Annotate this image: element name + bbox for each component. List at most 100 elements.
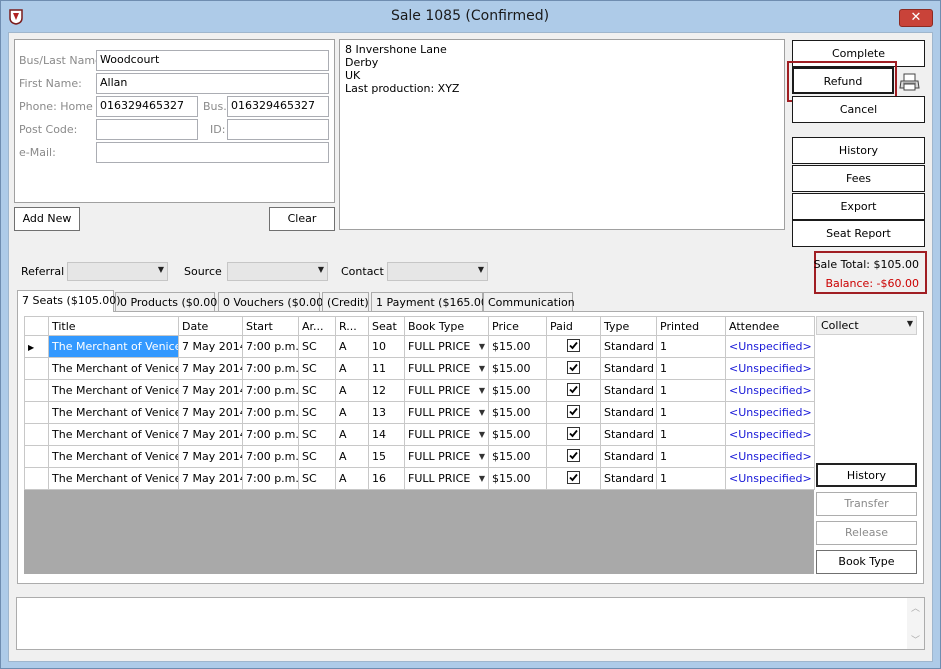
price-cell[interactable]: $15.00: [488, 379, 547, 402]
date-cell[interactable]: 7 May 2014: [178, 357, 243, 380]
phone-bus-field[interactable]: 016329465327: [227, 96, 329, 117]
checkbox-checked-icon[interactable]: [567, 360, 580, 374]
release-button[interactable]: Release: [816, 521, 917, 545]
tab-credit[interactable]: (Credit): [322, 292, 369, 311]
printed-cell[interactable]: 1: [656, 467, 726, 490]
title-cell[interactable]: The Merchant of Venice: [48, 357, 179, 380]
tab-products[interactable]: 0 Products ($0.00): [115, 292, 222, 311]
checkbox-checked-icon[interactable]: [567, 404, 580, 418]
title-cell[interactable]: The Merchant of Venice: [48, 445, 179, 468]
date-cell[interactable]: 7 May 2014: [178, 423, 243, 446]
row-cell[interactable]: A: [335, 467, 369, 490]
notes-scrollbar[interactable]: ︿ ﹀: [907, 598, 924, 649]
table-row[interactable]: The Merchant of Venice 7 May 2014 7:00 p.m…: [24, 357, 815, 380]
row-cell[interactable]: A: [335, 357, 369, 380]
seat-cell[interactable]: 12: [368, 379, 405, 402]
type-cell[interactable]: Standard: [600, 335, 657, 358]
checkbox-checked-icon[interactable]: [567, 338, 580, 352]
area-cell[interactable]: SC: [298, 423, 336, 446]
column-header[interactable]: Paid: [546, 316, 601, 336]
column-header[interactable]: Title: [48, 316, 179, 336]
row-selector[interactable]: [24, 467, 49, 490]
area-cell[interactable]: SC: [298, 445, 336, 468]
clear-button[interactable]: Clear: [269, 207, 335, 231]
type-cell[interactable]: Standard: [600, 423, 657, 446]
area-cell[interactable]: SC: [298, 401, 336, 424]
id-field[interactable]: [227, 119, 329, 140]
export-button[interactable]: Export: [792, 193, 925, 220]
scroll-up-icon[interactable]: ︿: [911, 601, 920, 614]
collect-select[interactable]: Collect ▼: [816, 316, 917, 335]
date-cell[interactable]: 7 May 2014: [178, 445, 243, 468]
printed-cell[interactable]: 1: [656, 401, 726, 424]
row-selector[interactable]: [24, 357, 49, 380]
paid-checkbox[interactable]: [546, 401, 601, 424]
row-cell[interactable]: A: [335, 401, 369, 424]
row-cell[interactable]: A: [335, 423, 369, 446]
paid-checkbox[interactable]: [546, 467, 601, 490]
area-cell[interactable]: SC: [298, 357, 336, 380]
type-cell[interactable]: Standard: [600, 467, 657, 490]
book-type-cell[interactable]: FULL PRICE ▼: [404, 467, 489, 490]
column-header[interactable]: Printed: [656, 316, 726, 336]
source-select[interactable]: ▼: [227, 262, 328, 281]
printed-cell[interactable]: 1: [656, 335, 726, 358]
title-cell[interactable]: The Merchant of Venice: [48, 467, 179, 490]
book-type-cell[interactable]: FULL PRICE ▼: [404, 423, 489, 446]
title-cell[interactable]: The Merchant of Venice: [48, 335, 179, 358]
attendee-cell[interactable]: <Unspecified>: [725, 445, 815, 468]
row-selector[interactable]: [24, 401, 49, 424]
start-cell[interactable]: 7:00 p.m.: [242, 467, 299, 490]
start-cell[interactable]: 7:00 p.m.: [242, 335, 299, 358]
type-cell[interactable]: Standard: [600, 379, 657, 402]
close-button[interactable]: ✕: [899, 9, 933, 27]
column-header[interactable]: Price: [488, 316, 547, 336]
printed-cell[interactable]: 1: [656, 357, 726, 380]
start-cell[interactable]: 7:00 p.m.: [242, 401, 299, 424]
row-selector[interactable]: ▶: [24, 335, 49, 358]
seat-cell[interactable]: 10: [368, 335, 405, 358]
printed-cell[interactable]: 1: [656, 445, 726, 468]
attendee-cell[interactable]: <Unspecified>: [725, 379, 815, 402]
chevron-down-icon[interactable]: ▼: [479, 340, 485, 353]
printed-cell[interactable]: 1: [656, 423, 726, 446]
price-cell[interactable]: $15.00: [488, 445, 547, 468]
attendee-cell[interactable]: <Unspecified>: [725, 467, 815, 490]
column-header[interactable]: Attendee: [725, 316, 815, 336]
date-cell[interactable]: 7 May 2014: [178, 401, 243, 424]
first-name-field[interactable]: Allan: [96, 73, 329, 94]
row-selector[interactable]: [24, 445, 49, 468]
tab-vouchers[interactable]: 0 Vouchers ($0.00): [218, 292, 327, 311]
tab-communication[interactable]: Communication: [483, 292, 575, 311]
printed-cell[interactable]: 1: [656, 379, 726, 402]
paid-checkbox[interactable]: [546, 445, 601, 468]
price-cell[interactable]: $15.00: [488, 423, 547, 446]
type-cell[interactable]: Standard: [600, 445, 657, 468]
row-selector[interactable]: [24, 423, 49, 446]
bus-last-name-field[interactable]: Woodcourt: [96, 50, 329, 71]
checkbox-checked-icon[interactable]: [567, 426, 580, 440]
area-cell[interactable]: SC: [298, 335, 336, 358]
title-cell[interactable]: The Merchant of Venice: [48, 379, 179, 402]
transfer-button[interactable]: Transfer: [816, 492, 917, 516]
contact-select[interactable]: ▼: [387, 262, 488, 281]
seat-cell[interactable]: 14: [368, 423, 405, 446]
table-row[interactable]: The Merchant of Venice 7 May 2014 7:00 p.m…: [24, 467, 815, 490]
post-code-field[interactable]: [96, 119, 198, 140]
row-cell[interactable]: A: [335, 335, 369, 358]
seat-report-button[interactable]: Seat Report: [792, 220, 925, 247]
seat-history-button[interactable]: History: [816, 463, 917, 487]
refund-button[interactable]: Refund: [792, 67, 894, 94]
attendee-cell[interactable]: <Unspecified>: [725, 335, 815, 358]
book-type-cell[interactable]: FULL PRICE ▼: [404, 357, 489, 380]
checkbox-checked-icon[interactable]: [567, 470, 580, 484]
paid-checkbox[interactable]: [546, 357, 601, 380]
book-type-button[interactable]: Book Type: [816, 550, 917, 574]
email-field[interactable]: [96, 142, 329, 163]
start-cell[interactable]: 7:00 p.m.: [242, 423, 299, 446]
attendee-cell[interactable]: <Unspecified>: [725, 357, 815, 380]
start-cell[interactable]: 7:00 p.m.: [242, 445, 299, 468]
column-header[interactable]: R...: [335, 316, 369, 336]
add-new-button[interactable]: Add New: [14, 207, 80, 231]
column-header[interactable]: Ar...: [298, 316, 336, 336]
